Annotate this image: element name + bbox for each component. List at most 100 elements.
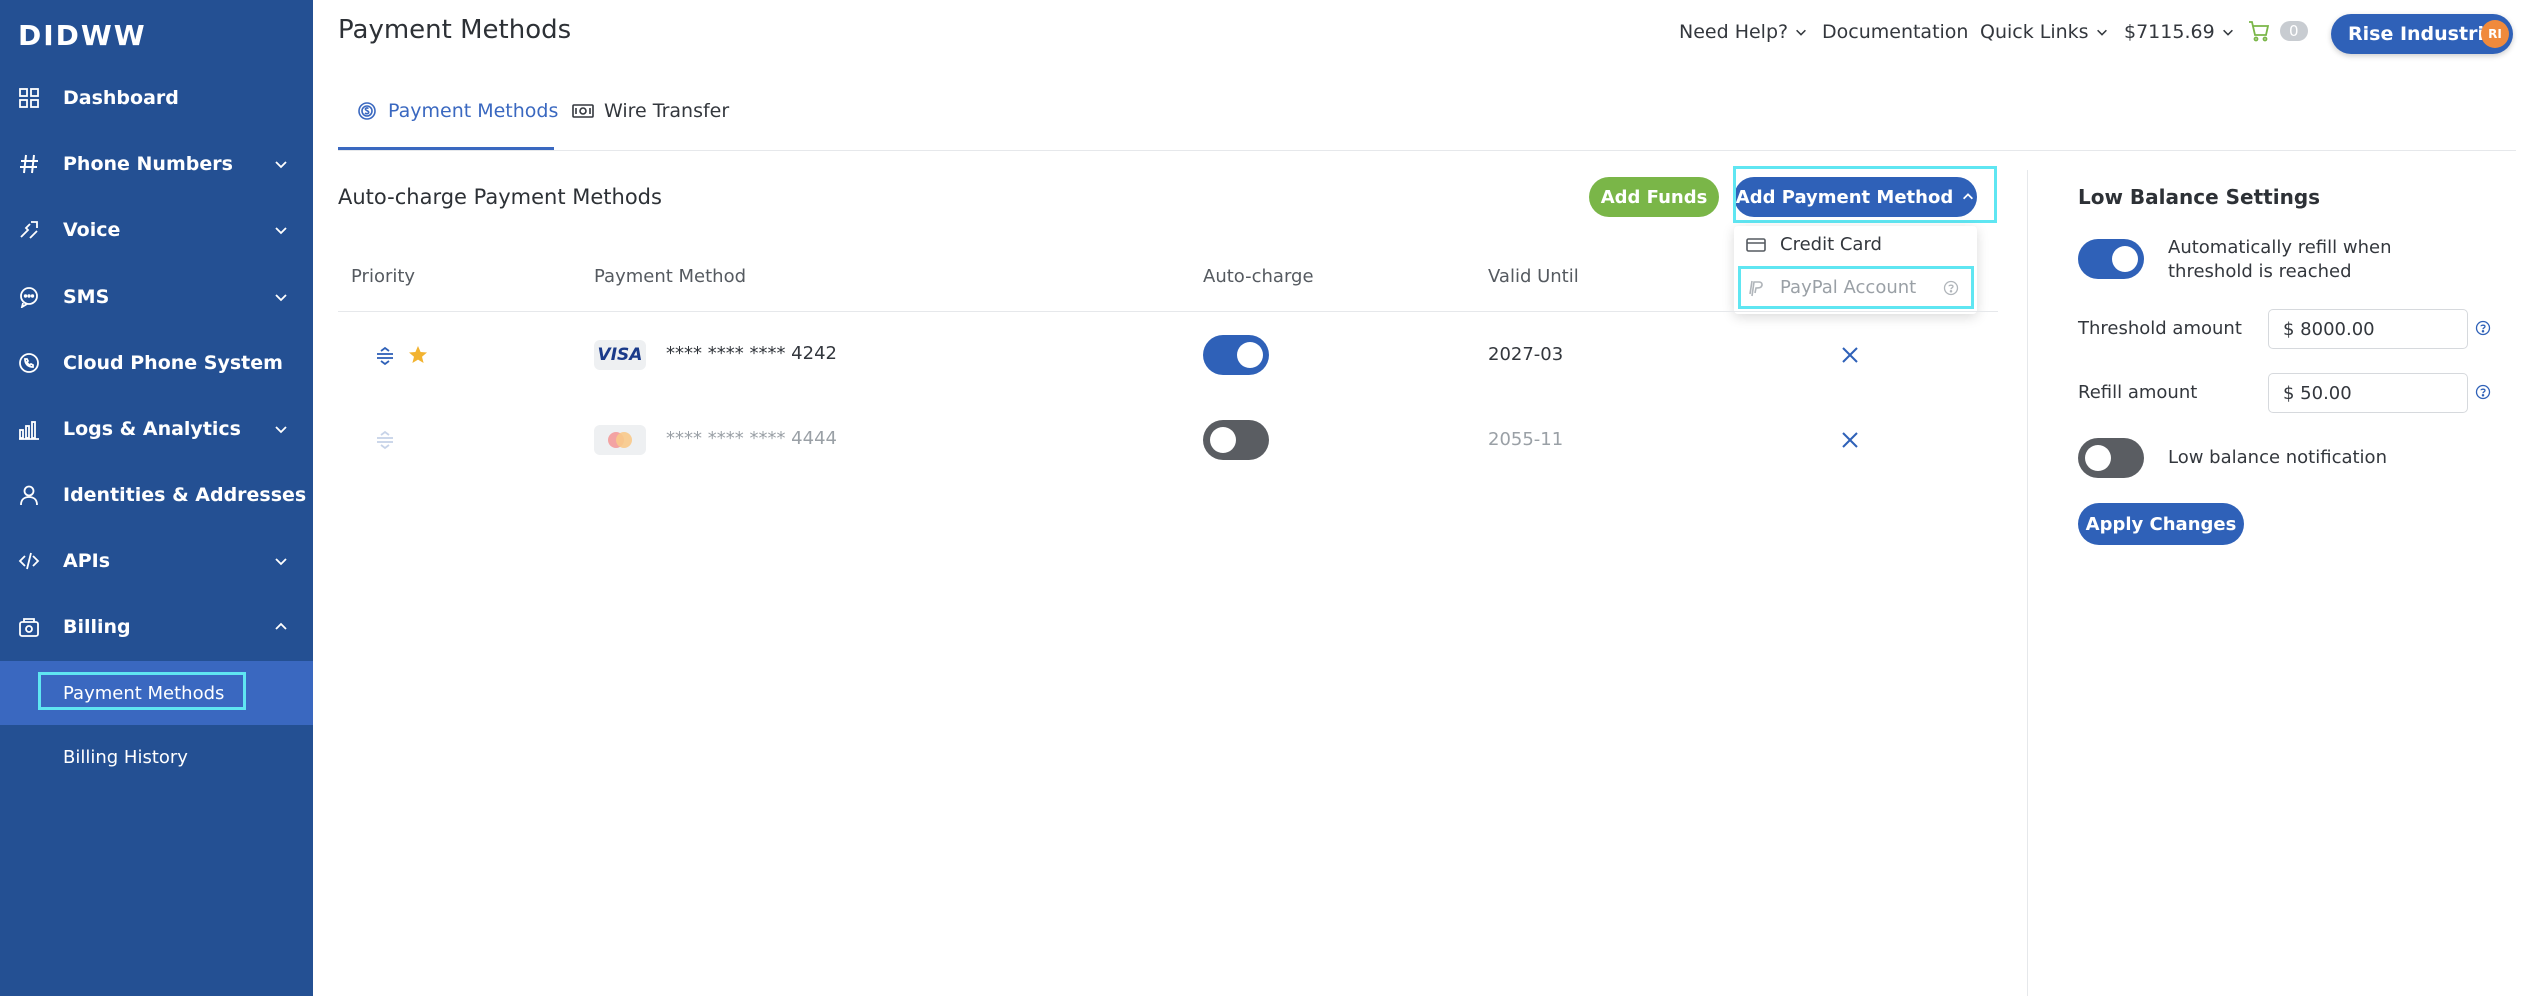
threshold-amount-label: Threshold amount xyxy=(2078,318,2242,339)
sidebar-item-logs-analytics[interactable]: Logs & Analytics xyxy=(0,409,313,449)
sidebar-subitem-payment-methods[interactable]: Payment Methods xyxy=(0,661,313,725)
toggle-knob xyxy=(1210,427,1236,453)
low-balance-notification-toggle[interactable] xyxy=(2078,438,2144,478)
chevron-down-icon xyxy=(275,161,287,169)
sidebar: DIDWW Dashboard Phone Numbers Voice SMS … xyxy=(0,0,313,996)
user-menu-button[interactable]: Rise Industries RI xyxy=(2331,14,2513,54)
dropdown-item-credit-card[interactable]: Credit Card xyxy=(1746,234,1882,255)
tab-label: Payment Methods xyxy=(388,100,559,122)
valid-until: 2027-03 xyxy=(1488,344,1564,365)
sidebar-subitem-billing-history[interactable]: Billing History xyxy=(0,725,313,789)
sidebar-item-label: Voice xyxy=(63,219,121,241)
tab-payment-methods[interactable]: Payment Methods xyxy=(356,100,558,122)
autocharge-toggle[interactable] xyxy=(1203,420,1269,460)
column-header-auto-charge: Auto-charge xyxy=(1203,266,1314,287)
highlight-box xyxy=(1738,266,1974,309)
close-icon[interactable] xyxy=(1841,431,1859,449)
column-header-payment-method: Payment Method xyxy=(594,266,747,287)
toggle-knob xyxy=(2085,445,2111,471)
sidebar-item-identities-addresses[interactable]: Identities & Addresses xyxy=(0,475,313,515)
help-circle-icon[interactable] xyxy=(2475,320,2491,336)
wallet-icon xyxy=(19,618,39,637)
sidebar-item-billing[interactable]: Billing xyxy=(0,607,313,647)
chevron-down-icon xyxy=(2222,29,2233,36)
bar-chart-icon xyxy=(19,421,39,440)
apply-changes-button[interactable]: Apply Changes xyxy=(2078,503,2244,545)
grid-icon xyxy=(19,88,39,108)
sidebar-item-dashboard[interactable]: Dashboard xyxy=(0,78,313,118)
drag-handle-icon[interactable] xyxy=(374,345,396,367)
banknote-icon xyxy=(572,104,594,118)
auto-refill-toggle[interactable] xyxy=(2078,239,2144,279)
sidebar-subitem-label: Payment Methods xyxy=(63,682,225,704)
help-circle-icon[interactable] xyxy=(2475,384,2491,400)
low-balance-title: Low Balance Settings xyxy=(2078,185,2321,209)
sidebar-item-label: Identities & Addresses xyxy=(63,484,307,506)
sidebar-item-voice[interactable]: Voice xyxy=(0,210,313,250)
sidebar-item-sms[interactable]: SMS xyxy=(0,277,313,317)
hash-icon xyxy=(20,154,38,174)
table-header-divider xyxy=(338,311,1998,312)
credit-card-icon xyxy=(1746,237,1766,252)
star-icon xyxy=(409,346,427,363)
toggle-knob xyxy=(1237,342,1263,368)
sidebar-item-label: SMS xyxy=(63,286,110,308)
low-balance-notification-label: Low balance notification xyxy=(2168,447,2387,468)
threshold-amount-input[interactable]: $ 8000.00 xyxy=(2268,309,2468,349)
column-header-valid-until: Valid Until xyxy=(1488,266,1579,287)
tabs-divider xyxy=(338,150,2516,151)
mastercard-logo xyxy=(594,425,646,455)
visa-logo: VISA xyxy=(594,340,646,370)
need-help-label: Need Help? xyxy=(1679,21,1789,43)
chevron-down-icon xyxy=(275,294,287,302)
documentation-link[interactable]: Documentation xyxy=(1822,21,1968,43)
balance-menu[interactable]: $7115.69 xyxy=(2124,21,2235,43)
add-funds-button[interactable]: Add Funds xyxy=(1589,177,1719,217)
page-title: Payment Methods xyxy=(338,15,572,45)
avatar: RI xyxy=(2481,20,2509,48)
chevron-down-icon xyxy=(2096,29,2107,36)
balance-value: $7115.69 xyxy=(2124,21,2215,43)
chevron-down-icon xyxy=(1796,29,1807,36)
sidebar-item-label: Cloud Phone System xyxy=(63,352,283,374)
mastercard-icon xyxy=(608,432,632,448)
chevron-down-icon xyxy=(275,558,287,566)
brand-logo: DIDWW xyxy=(18,19,147,52)
cart-button[interactable]: 0 xyxy=(2248,20,2308,42)
cart-count-badge: 0 xyxy=(2280,21,2308,41)
highlight-box xyxy=(1733,166,1997,223)
close-icon[interactable] xyxy=(1841,346,1859,364)
auto-refill-label-line1: Automatically refill when xyxy=(2168,237,2392,258)
sidebar-item-apis[interactable]: APIs xyxy=(0,541,313,581)
sidebar-item-phone-numbers[interactable]: Phone Numbers xyxy=(0,144,313,184)
phone-circle-icon xyxy=(19,353,39,373)
column-header-priority: Priority xyxy=(351,266,416,287)
tab-wire-transfer[interactable]: Wire Transfer xyxy=(572,100,729,122)
panel-divider xyxy=(2027,170,2028,996)
auto-refill-label: Automatically refill when threshold is r… xyxy=(2168,236,2391,284)
refill-amount-input[interactable]: $ 50.00 xyxy=(2268,373,2468,413)
chevron-down-icon xyxy=(275,426,287,434)
voice-icon xyxy=(20,221,38,239)
sidebar-item-label: Logs & Analytics xyxy=(63,418,241,440)
autocharge-toggle[interactable] xyxy=(1203,335,1269,375)
sidebar-item-label: Billing xyxy=(63,616,131,638)
code-icon xyxy=(18,552,40,570)
sidebar-subitem-label: Billing History xyxy=(63,746,188,768)
dollar-circle-icon xyxy=(358,102,376,120)
toggle-knob xyxy=(2112,246,2138,272)
chevron-down-icon xyxy=(275,227,287,235)
chevron-up-icon xyxy=(275,622,287,630)
drag-handle-icon[interactable] xyxy=(374,429,396,451)
sidebar-item-label: Phone Numbers xyxy=(63,153,233,175)
tab-label: Wire Transfer xyxy=(604,100,730,122)
sidebar-item-cloud-phone-system[interactable]: Cloud Phone System xyxy=(0,343,313,383)
cart-icon xyxy=(2249,21,2270,42)
autocharge-section-title: Auto-charge Payment Methods xyxy=(338,185,662,209)
add-payment-method-dropdown: Credit Card PayPal Account xyxy=(1734,226,1977,314)
sidebar-item-label: APIs xyxy=(63,550,111,572)
user-icon xyxy=(20,485,38,506)
quick-links-menu[interactable]: Quick Links xyxy=(1980,21,2109,43)
card-number: **** **** **** 4444 xyxy=(666,428,837,449)
need-help-menu[interactable]: Need Help? xyxy=(1679,21,1808,43)
